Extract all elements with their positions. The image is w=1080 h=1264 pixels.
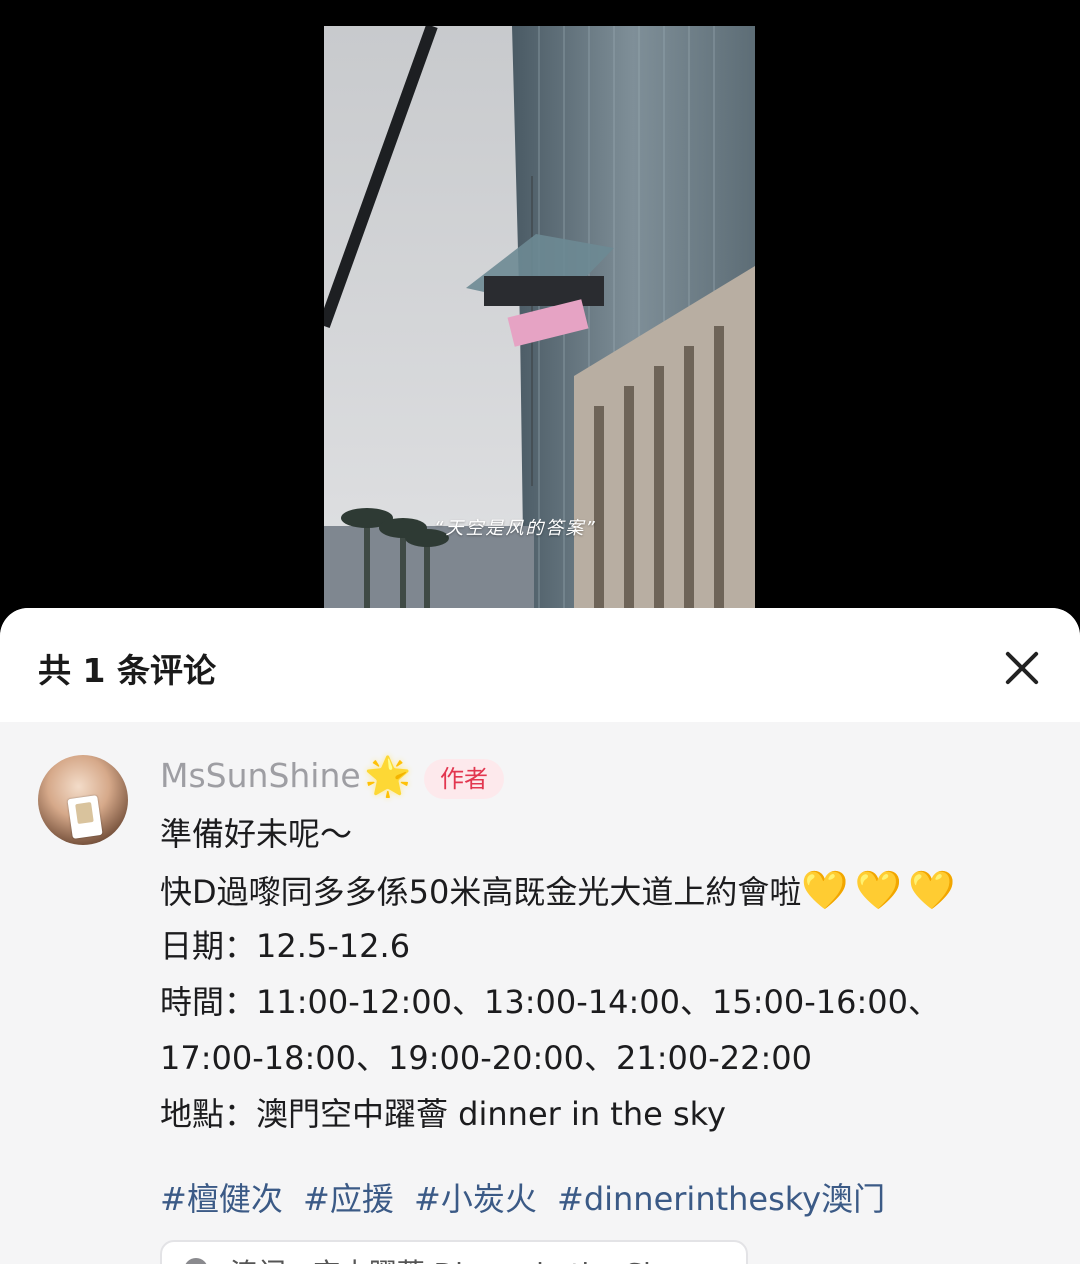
author-badge: 作者: [424, 759, 504, 799]
avatar[interactable]: [38, 755, 128, 845]
comment-line-time-2: 17:00-18:00、19:00-20:00、21:00-22:00: [160, 1039, 812, 1077]
comment-username[interactable]: MsSunShine: [160, 756, 361, 795]
hashtag-link[interactable]: #应援: [303, 1180, 394, 1218]
comments-header: 共 1 条评论: [0, 608, 1080, 722]
comment-line-location: 地點：澳門空中躍薈 dinner in the sky: [160, 1095, 726, 1133]
location-pin-icon: [184, 1258, 208, 1264]
location-link-chip[interactable]: 澳门 · 空中躍薈 Dinner in the Sky: [160, 1240, 748, 1264]
comment-line-2: 快D過嚟同多多係50米高既金光大道上約會啦💛💛💛: [160, 870, 961, 912]
close-icon[interactable]: [996, 642, 1048, 694]
comment-line-2-text: 快D過嚟同多多係50米高既金光大道上約會啦: [160, 873, 802, 911]
video-caption: “天空是风的答案”: [434, 518, 597, 539]
avatar-photo-card: [67, 795, 103, 839]
comment-hashtags: #檀健次 #应援 #小炭火 #dinnerinthesky澳门: [160, 1174, 895, 1220]
hashtag-link[interactable]: #dinnerinthesky澳门: [557, 1180, 885, 1218]
location-link-text: 澳门 · 空中躍薈 Dinner in the Sky: [230, 1252, 675, 1264]
yellow-heart-icons: 💛💛💛: [801, 868, 962, 912]
hashtag-link[interactable]: #小炭火: [414, 1180, 537, 1218]
comment-line-1: 準備好未呢～: [160, 815, 353, 853]
comments-sheet: 共 1 条评论 MsSunShine 🌟 作者 準備好未呢～ 快D過嚟同多多係5…: [0, 608, 1080, 1264]
comment-line-time-1: 時間：11:00-12:00、13:00-14:00、15:00-16:00、: [160, 983, 940, 1021]
comment-line-date: 日期：12.5-12.6: [160, 927, 411, 965]
comments-count-title: 共 1 条评论: [38, 651, 216, 690]
hashtag-link[interactable]: #檀健次: [160, 1180, 283, 1218]
video-player[interactable]: “天空是风的答案”: [324, 26, 755, 608]
sparkle-star-icon: 🌟: [364, 754, 412, 798]
